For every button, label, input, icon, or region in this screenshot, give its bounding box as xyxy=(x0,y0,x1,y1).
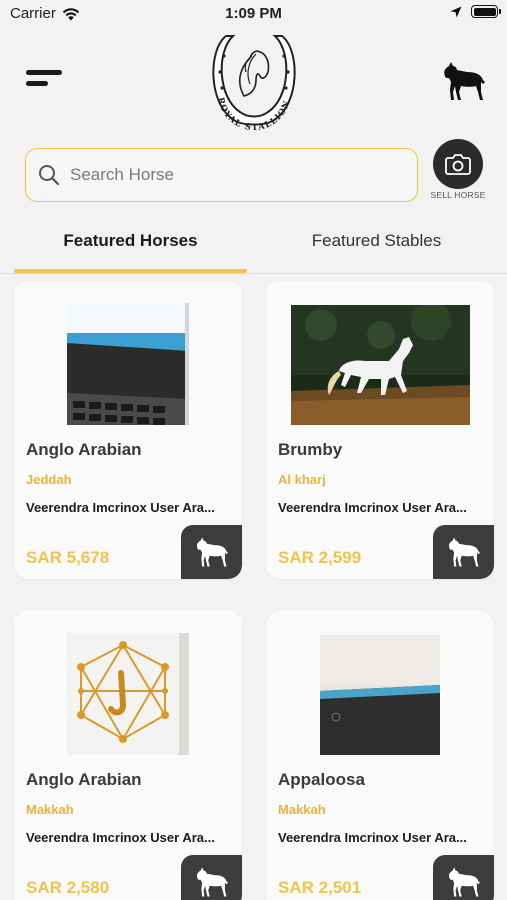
battery-icon xyxy=(471,5,501,18)
horse-card[interactable]: Anglo Arabian Makkah Veerendra Imcrinox … xyxy=(14,611,242,900)
horse-icon xyxy=(448,867,480,897)
horse-name: Anglo Arabian xyxy=(26,440,142,459)
horse-price: SAR 2,501 xyxy=(278,878,362,897)
search-box[interactable] xyxy=(25,148,418,202)
horse-price: SAR 2,580 xyxy=(26,878,110,897)
horse-icon xyxy=(448,537,480,567)
horse-name: Anglo Arabian xyxy=(26,770,142,789)
horse-silhouette-icon[interactable] xyxy=(439,60,489,102)
status-time: 1:09 PM xyxy=(225,5,282,22)
tab-bar: Featured Horses Featured Stables xyxy=(0,220,507,274)
horse-city: Jeddah xyxy=(26,472,72,487)
horse-icon xyxy=(196,537,228,567)
tab-featured-stables[interactable]: Featured Stables xyxy=(260,220,493,264)
horse-grid: Anglo Arabian Jeddah Veerendra Imcrinox … xyxy=(0,281,507,900)
horse-name: Appaloosa xyxy=(278,770,365,789)
gold-hexagon-logo-photo xyxy=(67,633,189,755)
horse-badge xyxy=(181,855,242,900)
active-tab-indicator xyxy=(14,269,247,273)
horse-city: Makkah xyxy=(26,802,74,817)
horse-owner: Veerendra Imcrinox User Ara... xyxy=(278,830,467,845)
sell-horse-button[interactable] xyxy=(433,139,483,189)
horse-owner: Veerendra Imcrinox User Ara... xyxy=(278,500,467,515)
horse-icon xyxy=(196,867,228,897)
horse-card[interactable]: Brumby Al kharj Veerendra Imcrinox User … xyxy=(266,281,494,579)
horse-city: Al kharj xyxy=(278,472,326,487)
horse-owner: Veerendra Imcrinox User Ara... xyxy=(26,830,215,845)
horse-price: SAR 2,599 xyxy=(278,548,362,567)
horse-badge xyxy=(181,525,242,579)
horse-badge xyxy=(433,855,494,900)
royal-stallion-logo: ROYAL STALLION xyxy=(212,35,296,130)
status-right xyxy=(450,5,501,18)
camera-icon xyxy=(445,154,471,175)
horse-price: SAR 5,678 xyxy=(26,548,110,567)
horse-badge xyxy=(433,525,494,579)
tab-featured-horses[interactable]: Featured Horses xyxy=(14,220,247,264)
horse-card[interactable]: Appaloosa Makkah Veerendra Imcrinox User… xyxy=(266,611,494,900)
location-arrow-icon xyxy=(450,6,462,17)
horse-owner: Veerendra Imcrinox User Ara... xyxy=(26,500,215,515)
status-bar: Carrier 1:09 PM xyxy=(0,0,507,28)
laptop-edge-photo xyxy=(320,635,440,755)
horse-city: Makkah xyxy=(278,802,326,817)
search-icon xyxy=(39,165,60,186)
search-input[interactable] xyxy=(70,165,390,185)
sell-horse-label: SELL HORSE xyxy=(430,190,486,200)
white-horse-running-photo xyxy=(291,305,470,425)
laptop-keyboard-photo xyxy=(67,303,189,425)
horse-name: Brumby xyxy=(278,440,343,459)
hamburger-menu-icon[interactable] xyxy=(26,70,64,90)
horse-card[interactable]: Anglo Arabian Jeddah Veerendra Imcrinox … xyxy=(14,281,242,579)
